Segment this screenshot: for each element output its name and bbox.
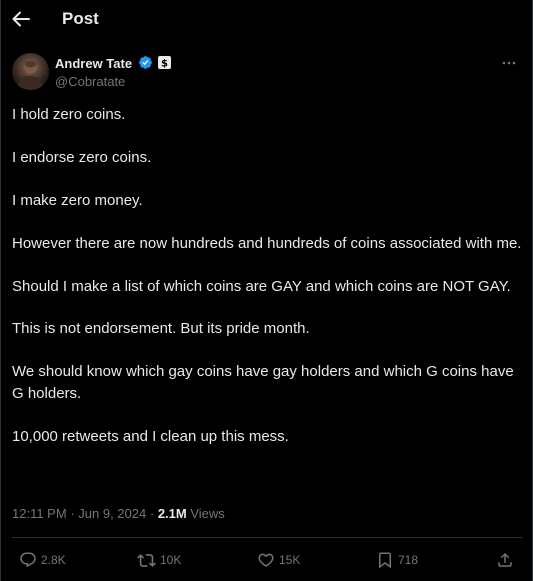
views-count: 2.1M <box>157 506 187 521</box>
verified-badge-icon[interactable] <box>138 55 153 70</box>
reply-button[interactable]: 2.8K <box>19 549 66 571</box>
avatar[interactable] <box>12 53 49 90</box>
affiliation-badge-icon[interactable]: $ <box>158 56 171 70</box>
svg-text:$: $ <box>161 59 168 70</box>
like-count: 15K <box>279 553 301 567</box>
tweet-paragraph: I endorse zero coins. <box>12 148 152 166</box>
author-handle[interactable]: @Cobratate <box>55 74 125 89</box>
tweet-paragraph: I make zero money. <box>12 191 143 209</box>
heart-icon <box>258 553 274 567</box>
repost-count: 10K <box>160 553 182 567</box>
arrow-left-icon <box>12 11 30 27</box>
tweet-time[interactable]: 12:11 PM <box>12 506 67 521</box>
tweet-paragraph: However there are now hundreds and hundr… <box>12 234 522 252</box>
like-button[interactable]: 15K <box>257 549 300 571</box>
meta-separator: · <box>149 506 155 521</box>
bookmark-icon <box>379 552 391 569</box>
repost-icon <box>137 553 156 567</box>
bookmark-count: 718 <box>398 553 419 567</box>
tweet-paragraph: I hold zero coins. <box>12 106 126 123</box>
repost-button[interactable]: 10K <box>137 549 181 571</box>
meta-separator: · <box>70 506 75 521</box>
action-bar: 2.8K 10K 15K 718 <box>1 549 533 571</box>
more-options-button[interactable] <box>500 56 518 70</box>
reply-count: 2.8K <box>41 553 66 567</box>
page-title: Post <box>62 9 99 28</box>
tweet-meta: 12:11 PM · Jun 9, 2024 · 2.1M Views <box>12 506 225 521</box>
tweet-paragraph: 10,000 retweets and I clean up this mess… <box>12 427 289 445</box>
back-button[interactable] <box>10 6 32 32</box>
tweet-paragraph: This is not endorsement. But its pride m… <box>12 320 310 338</box>
author-name[interactable]: Andrew Tate <box>55 56 132 71</box>
tweet-paragraph: Should I make a list of which coins are … <box>12 277 511 295</box>
tweet-date[interactable]: Jun 9, 2024 <box>78 506 146 521</box>
divider <box>12 537 522 538</box>
share-button[interactable] <box>496 549 514 571</box>
tweet-text: I hold zero coins. I endorse zero coins.… <box>12 104 524 469</box>
avatar-silhouette <box>17 60 44 90</box>
share-icon <box>498 552 512 567</box>
views-label: Views <box>190 506 225 521</box>
post-header: Post <box>1 0 532 40</box>
author-row: Andrew Tate $ @Cobratate <box>12 53 522 93</box>
bookmark-button[interactable]: 718 <box>376 549 418 571</box>
more-dots-icon <box>502 61 516 65</box>
tweet-paragraph: We should know which gay coins have gay … <box>12 363 514 402</box>
post-view: Post Andrew Tate $ @Cobratate I hold zer… <box>0 0 533 581</box>
reply-icon <box>20 552 36 568</box>
